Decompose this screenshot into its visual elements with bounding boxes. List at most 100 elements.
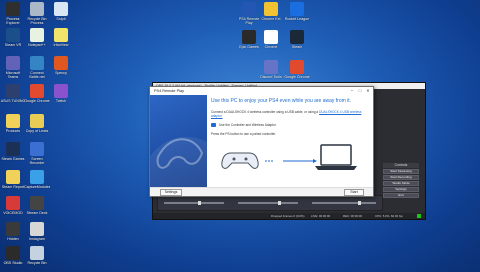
desktop-icon[interactable]: Chrome Ext xyxy=(258,2,284,21)
desktop-icon[interactable]: Google Chrome xyxy=(284,60,310,79)
desktop-icon-label: Speccy xyxy=(55,71,67,75)
app-icon xyxy=(54,28,68,42)
desktop-icon[interactable]: IrfanView xyxy=(48,28,74,47)
desktop-icon-label: Steam Games xyxy=(1,157,25,161)
dialog-title: PS4 Remote Play xyxy=(154,89,184,93)
desktop-icon[interactable]: SnipIt xyxy=(48,2,74,21)
app-icon xyxy=(264,30,278,44)
desktop-icon[interactable]: Stream Deck xyxy=(24,196,50,215)
laptop-icon xyxy=(315,144,357,170)
desktop-icon[interactable]: VOICEMOD xyxy=(0,196,26,215)
desktop-icon[interactable]: OBS Studio xyxy=(0,246,26,265)
audio-mixer xyxy=(157,195,383,211)
desktop-icon[interactable]: Steam VR xyxy=(0,28,26,47)
close-icon[interactable]: ✕ xyxy=(364,87,372,95)
app-icon xyxy=(264,60,278,74)
app-icon xyxy=(6,246,20,260)
app-icon xyxy=(242,2,256,16)
app-icon xyxy=(6,56,20,70)
start-button[interactable]: Start xyxy=(344,189,364,196)
desktop-icon[interactable]: Rocket League xyxy=(284,2,310,21)
arrow-icon xyxy=(313,159,317,163)
desktop-icon-label: Microsoft Teams xyxy=(5,71,21,79)
dialog-side-art xyxy=(150,95,207,189)
app-icon xyxy=(264,2,278,16)
app-icon xyxy=(30,56,44,70)
obs-controls: Controls Start Streaming Start Recording… xyxy=(383,163,419,199)
app-icon xyxy=(6,28,20,42)
desktop-icon-label: Recycle Bin xyxy=(27,261,47,265)
volume-track xyxy=(312,202,376,204)
desktop-icon-label: Rocket League xyxy=(284,17,310,21)
app-icon xyxy=(6,222,20,236)
app-icon xyxy=(6,142,20,156)
desktop-icon-label: CaptureModules xyxy=(24,185,50,189)
exit-button[interactable]: Exit xyxy=(383,193,419,198)
status-indicator xyxy=(417,214,421,218)
app-icon xyxy=(30,142,44,156)
desktop-icon-label: SnipIt xyxy=(56,17,66,21)
start-recording-button[interactable]: Start Recording xyxy=(383,175,419,180)
desktop-icon-label: Google Chrome xyxy=(24,99,50,103)
desktop-icon-label: Chrome Ext xyxy=(261,17,281,21)
app-icon xyxy=(30,114,44,128)
maximize-icon[interactable]: □ xyxy=(356,87,364,95)
desktop-icon-label: Steam VR xyxy=(4,43,22,47)
minimize-icon[interactable]: – xyxy=(348,87,356,95)
desktop-icon[interactable]: Recycle Bin Process xyxy=(24,2,50,25)
app-icon xyxy=(6,196,20,210)
desktop-icon[interactable]: Products xyxy=(0,114,26,133)
settings-button[interactable]: Settings xyxy=(160,189,182,196)
studio-mode-button[interactable]: Studio Mode xyxy=(383,181,419,186)
adaptor-option[interactable]: Use the Controller and Wireless Adaptor xyxy=(211,123,369,127)
desktop-icon[interactable]: Process Explorer xyxy=(0,2,26,25)
volume-slider[interactable] xyxy=(358,201,361,205)
desktop-icon[interactable]: Speccy xyxy=(48,56,74,75)
app-icon xyxy=(290,2,304,16)
desktop-icon[interactable]: Steam xyxy=(284,30,310,49)
desktop-icon[interactable]: Instagram xyxy=(24,222,50,241)
desktop-icon-label: Steam xyxy=(291,45,303,49)
controls-header: Controls xyxy=(383,163,419,168)
instruction-text: Connect a DUALSHOCK 4 wireless controlle… xyxy=(211,110,369,118)
desktop-icon[interactable]: Screen Recorder xyxy=(24,142,50,165)
desktop-icon[interactable]: Chrome xyxy=(258,30,284,49)
app-icon xyxy=(30,84,44,98)
press-ps-text: Press the PS button to use a paired cont… xyxy=(211,132,277,136)
desktop-icon-label: IrfanView xyxy=(53,43,69,47)
volume-track xyxy=(238,202,298,204)
desktop-icon-label: Chrome xyxy=(264,45,278,49)
volume-slider[interactable] xyxy=(278,201,281,205)
desktop-icon[interactable]: Recycle Bin xyxy=(24,246,50,265)
desktop-icon[interactable]: Twitch xyxy=(48,84,74,103)
desktop-icon[interactable]: Discord Tools xyxy=(258,60,284,79)
desktop-icon[interactable]: Hidden xyxy=(0,222,26,241)
live-time: LIVE: 00:00:00 xyxy=(311,214,331,218)
desktop-icon[interactable]: Copy of Lewis xyxy=(24,114,50,133)
desktop-icon-label: Products xyxy=(5,129,21,133)
app-icon xyxy=(242,30,256,44)
desktop-icon-label: Steam Report xyxy=(1,185,25,189)
desktop-icon[interactable]: Microsoft Teams xyxy=(0,56,26,79)
app-icon xyxy=(6,114,20,128)
desktop-icon[interactable]: Steam Report xyxy=(0,170,26,189)
desktop-icon[interactable]: Steam Games xyxy=(0,142,26,161)
app-icon xyxy=(30,246,44,260)
app-icon xyxy=(6,84,20,98)
desktop-icon-label: OBS Studio xyxy=(3,261,23,265)
desktop-icon[interactable]: CaptureModules xyxy=(24,170,50,189)
app-icon xyxy=(54,2,68,16)
app-icon xyxy=(290,30,304,44)
app-icon xyxy=(30,170,44,184)
desktop-icon[interactable]: Notepad++ xyxy=(24,28,50,47)
settings-button[interactable]: Settings xyxy=(383,187,419,192)
desktop-icon[interactable]: Google Chrome xyxy=(24,84,50,103)
desktop-icon-label: Copy of Lewis xyxy=(25,129,49,133)
adaptor-option-label: Use the Controller and Wireless Adaptor xyxy=(219,123,276,127)
start-streaming-button[interactable]: Start Streaming xyxy=(383,169,419,174)
cpu-fps: CPU: 5.0%, 60.00 fps xyxy=(375,214,403,218)
volume-slider[interactable] xyxy=(198,201,201,205)
desktop-icon[interactable]: ASUS TUNING xyxy=(0,84,26,103)
desktop-icon[interactable]: Connect Battle.net xyxy=(24,56,50,79)
dropped-frames: Dropped Frames 0 (0.0%) xyxy=(271,214,305,218)
